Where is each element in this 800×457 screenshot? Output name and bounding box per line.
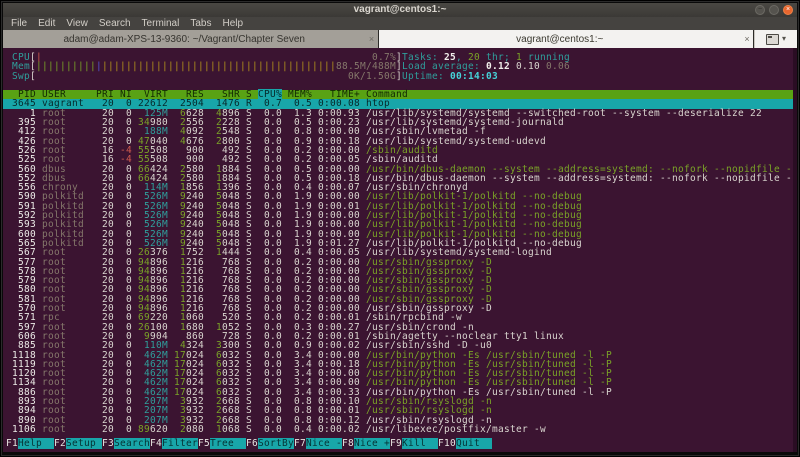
fkey-nice-[interactable]: F8Nice +: [342, 438, 390, 449]
htop-process-list: 3645 vagrant 20 0 22612 2504 1476 R 0.7 …: [6, 99, 797, 434]
uptime-line: Uptime: 00:14:03: [402, 72, 570, 81]
tab-vagrant-session[interactable]: vagrant@centos1:~ ×: [379, 30, 755, 48]
process-row[interactable]: 1106 root 20 0 89620 2080 1068 S 0.0 0.4…: [6, 425, 797, 434]
scrollbar[interactable]: [793, 48, 797, 452]
fkey-setup[interactable]: F2Setup: [54, 438, 102, 449]
minimize-icon[interactable]: −: [755, 5, 765, 15]
menu-edit[interactable]: Edit: [38, 17, 55, 30]
terminal-screen[interactable]: CPU[| 0.7%] Mem[||||||||||||||||||||||||…: [3, 48, 797, 452]
window-controls: − ×: [755, 5, 793, 15]
tab-adam-session[interactable]: adam@adam-XPS-13-9360: ~/Vagrant/Chapter…: [3, 30, 379, 48]
chevron-down-icon: ▾: [782, 35, 786, 43]
menu-search[interactable]: Search: [99, 17, 131, 30]
fkey-help[interactable]: F1Help: [6, 438, 54, 449]
tab-label: vagrant@centos1:~: [379, 34, 742, 45]
new-terminal-button[interactable]: ▾: [754, 30, 797, 48]
tab-label: adam@adam-XPS-13-9360: ~/Vagrant/Chapter…: [3, 34, 366, 45]
fkey-search[interactable]: F3Search: [102, 438, 150, 449]
fkey-filter[interactable]: F4Filter: [150, 438, 198, 449]
menu-file[interactable]: File: [11, 17, 27, 30]
terminal-icon: [766, 34, 779, 45]
fkey-nice-[interactable]: F7Nice -: [294, 438, 342, 449]
htop-function-bar: F1Help F2Setup F3SearchF4FilterF5Tree F6…: [6, 438, 492, 449]
fkey-tree[interactable]: F5Tree: [198, 438, 246, 449]
tab-close-icon[interactable]: ×: [366, 34, 378, 44]
process-command: /usr/libexec/postfix/master -w: [366, 424, 546, 435]
close-icon[interactable]: ×: [783, 5, 793, 15]
menu-help[interactable]: Help: [222, 17, 243, 30]
swp-meter-value: 0K/1.50G: [348, 71, 396, 82]
menu-tabs[interactable]: Tabs: [190, 17, 211, 30]
fkey-sortby[interactable]: F6SortBy: [246, 438, 294, 449]
menu-bar: File Edit View Search Terminal Tabs Help: [3, 17, 797, 30]
fkey-quit[interactable]: F10Quit: [438, 438, 492, 449]
screenshot-root: vagrant@centos1:~ − × File Edit View Sea…: [0, 0, 800, 457]
tab-bar: adam@adam-XPS-13-9360: ~/Vagrant/Chapter…: [3, 30, 797, 48]
window-title: vagrant@centos1:~: [3, 3, 797, 17]
maximize-icon[interactable]: [769, 5, 779, 15]
menu-view[interactable]: View: [66, 17, 88, 30]
fkey-kill[interactable]: F9Kill: [390, 438, 438, 449]
tab-close-icon[interactable]: ×: [741, 34, 753, 44]
titlebar[interactable]: vagrant@centos1:~ − ×: [3, 3, 797, 17]
htop-summary-info: Tasks: 25, 20 thr; 1 runningLoad average…: [402, 53, 570, 81]
menu-terminal[interactable]: Terminal: [142, 17, 180, 30]
terminal-window: vagrant@centos1:~ − × File Edit View Sea…: [1, 1, 799, 456]
